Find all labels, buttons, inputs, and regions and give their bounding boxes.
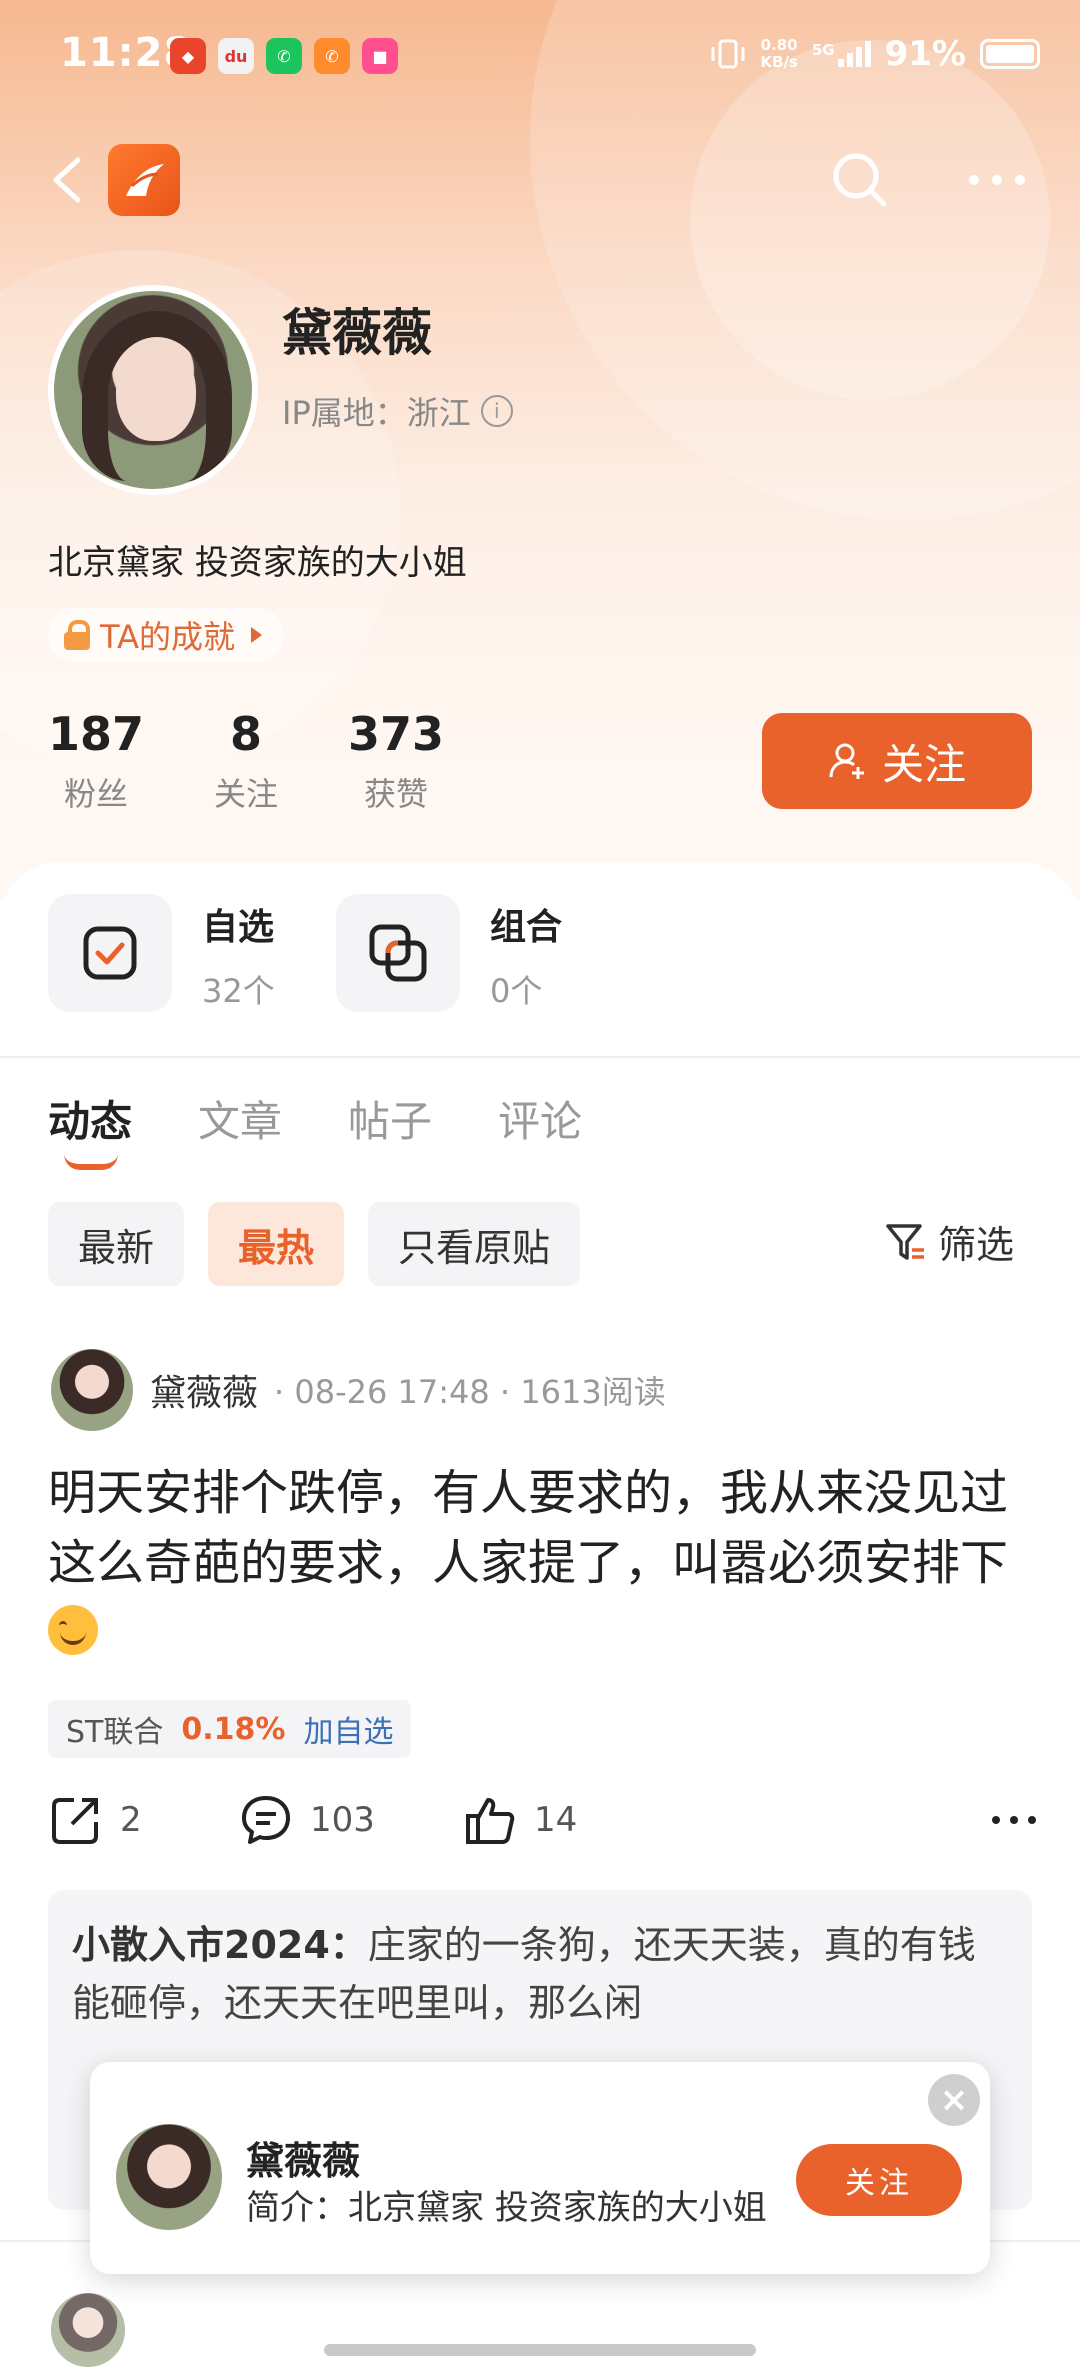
battery-icon — [980, 39, 1040, 69]
thumbs-up-icon — [466, 1798, 515, 1844]
filter-icon — [886, 1223, 924, 1260]
author-avatar[interactable] — [48, 1346, 136, 1434]
lock-icon — [64, 620, 90, 650]
profile-bio: 北京黛家 投资家族的大小姐 — [48, 543, 467, 583]
filter-button[interactable]: 筛选 — [884, 1214, 1014, 1269]
achievement-button[interactable]: TA的成就 — [48, 608, 284, 662]
info-icon[interactable]: i — [480, 395, 513, 427]
arrow-right-icon — [250, 627, 262, 643]
status-bar: 11:28 ◆ du ✆ ✆ ■ 0.80 KB/s 5G 91% — [0, 0, 1080, 120]
next-post-header — [48, 2290, 128, 2370]
quick-link-portfolio[interactable]: 组合 0个 — [336, 894, 562, 1012]
comment-icon — [242, 1796, 290, 1844]
home-indicator[interactable] — [324, 2344, 756, 2356]
checkbox-icon — [48, 894, 172, 1012]
share-button[interactable]: 2 — [48, 1792, 142, 1848]
post-more-icon[interactable] — [990, 1812, 1038, 1828]
tab-articles[interactable]: 文章 — [198, 1088, 282, 1149]
app-logo — [108, 144, 180, 216]
comment-author[interactable]: 小散入市2024： — [72, 1923, 368, 1967]
ip-location: IP属地：浙江 i — [282, 388, 513, 434]
sort-filters: 最新 最热 只看原贴 — [48, 1202, 581, 1286]
smile-emoji-icon — [48, 1605, 98, 1655]
filter-hottest[interactable]: 最热 — [208, 1202, 345, 1286]
filter-latest[interactable]: 最新 — [48, 1202, 185, 1286]
profile-avatar[interactable] — [48, 285, 258, 495]
tab-posts[interactable]: 帖子 — [348, 1088, 432, 1149]
stat-likes[interactable]: 373 获赞 — [348, 705, 444, 815]
top-navigation — [0, 130, 1080, 230]
vibrate-icon — [711, 39, 745, 69]
filter-original-only[interactable]: 只看原贴 — [368, 1202, 581, 1286]
post-author[interactable]: 黛薇薇 — [150, 1364, 258, 1416]
signal-icon: 5G — [812, 41, 871, 67]
stock-tag[interactable]: ST联合 0.18% 加自选 — [48, 1700, 412, 1758]
post-meta: · 08-26 17:48 · 1613阅读 — [274, 1373, 666, 1411]
add-watchlist-link[interactable]: 加自选 — [303, 1707, 393, 1751]
status-indicators: 0.80 KB/s 5G 91% — [710, 34, 1040, 74]
follow-suggestion-popup: 黛薇薇 简介：北京黛家 投资家族的大小姐 关注 × — [90, 2062, 990, 2274]
close-icon[interactable]: × — [928, 2074, 980, 2126]
add-user-icon — [829, 743, 864, 779]
divider — [0, 1056, 1080, 1058]
phone-app-icon: ✆ — [266, 38, 302, 74]
follow-button[interactable]: 关注 — [762, 713, 1032, 809]
stat-following[interactable]: 8 关注 — [214, 705, 278, 815]
notification-icons: ◆ du ✆ ✆ ■ — [170, 38, 398, 74]
search-icon[interactable] — [828, 148, 892, 212]
app-notification-icon: ■ — [362, 38, 398, 74]
portfolio-icon — [336, 894, 460, 1012]
share-icon — [52, 1798, 98, 1844]
more-icon[interactable] — [962, 160, 1032, 200]
content-tabs: 动态 文章 帖子 评论 — [48, 1088, 582, 1170]
profile-name: 黛薇薇 — [282, 304, 432, 362]
app-notification-icon: du — [218, 38, 254, 74]
popup-name: 黛薇薇 — [246, 2139, 361, 2183]
comment-button[interactable]: 103 — [238, 1792, 375, 1848]
tab-comments[interactable]: 评论 — [498, 1088, 582, 1149]
popup-avatar[interactable] — [116, 2124, 222, 2230]
network-speed: 0.80 KB/s — [760, 36, 798, 71]
author-avatar[interactable] — [48, 2290, 128, 2370]
post-header: 黛薇薇 · 08-26 17:48 · 1613阅读 — [48, 1346, 666, 1434]
phone-app-icon: ✆ — [314, 38, 350, 74]
battery-percent: 91% — [884, 34, 966, 74]
quick-link-watchlist[interactable]: 自选 32个 — [48, 894, 275, 1012]
popup-follow-button[interactable]: 关注 — [796, 2144, 962, 2216]
post-actions: 2 103 14 — [48, 1792, 1038, 1872]
profile-stats: 187 粉丝 8 关注 373 获赞 — [48, 705, 514, 815]
back-icon[interactable] — [40, 150, 100, 210]
post-body[interactable]: 明天安排个跌停，有人要求的，我从来没见过这么奇葩的要求，人家提了，叫嚣必须安排下 — [48, 1458, 1038, 1668]
app-notification-icon: ◆ — [170, 38, 206, 74]
popup-bio: 简介：北京黛家 投资家族的大小姐 — [246, 2188, 767, 2228]
stat-fans[interactable]: 187 粉丝 — [48, 705, 144, 815]
stock-change: 0.18% — [181, 1711, 286, 1747]
tab-updates[interactable]: 动态 — [48, 1088, 132, 1170]
like-button[interactable]: 14 — [462, 1792, 577, 1848]
